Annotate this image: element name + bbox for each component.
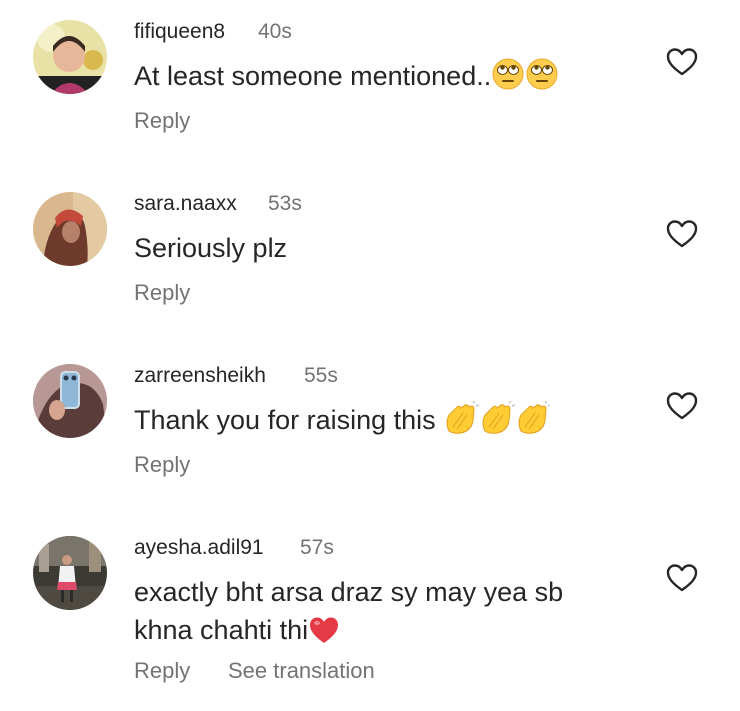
- reply-button[interactable]: Reply: [134, 658, 190, 684]
- comment-text: At least someone mentioned..: [134, 57, 634, 101]
- comment-username[interactable]: fifiqueen8: [134, 20, 225, 44]
- comment-timestamp: 55s: [304, 364, 338, 387]
- comment-item: ayesha.adil91 57s exactly bht arsa draz …: [0, 516, 740, 711]
- comment-body-line-text: khna chahti thi: [134, 615, 309, 645]
- like-heart-icon[interactable]: [666, 219, 698, 249]
- comment-body-line: khna chahti thi: [134, 611, 634, 655]
- reply-button[interactable]: Reply: [134, 108, 190, 134]
- see-translation-button[interactable]: See translation: [228, 658, 375, 684]
- comment-text: Seriously plz: [134, 229, 634, 267]
- red-heart-emoji-icon: [308, 615, 340, 655]
- comment-item: fifiqueen8 40s At least someone mentione…: [0, 0, 740, 170]
- like-heart-icon[interactable]: [666, 391, 698, 421]
- comment-timestamp: 57s: [300, 536, 334, 559]
- comment-item: sara.naaxx 53s Seriously plz Reply: [0, 172, 740, 342]
- like-heart-icon[interactable]: [666, 47, 698, 77]
- avatar[interactable]: [33, 536, 107, 610]
- comment-body: At least someone mentioned..: [134, 61, 492, 91]
- comment-username[interactable]: zarreensheikh: [134, 364, 266, 388]
- comment-text: Thank you for raising this: [134, 400, 634, 445]
- comment-body: Thank you for raising this: [134, 405, 436, 435]
- clapping-hands-emoji-icon: [443, 400, 551, 445]
- avatar[interactable]: [33, 20, 107, 94]
- comment-item: zarreensheikh 55s Thank you for raising …: [0, 344, 740, 514]
- comment-username[interactable]: ayesha.adil91: [134, 536, 264, 560]
- comment-body-line: exactly bht arsa draz sy may yea sb: [134, 577, 564, 607]
- avatar[interactable]: [33, 364, 107, 438]
- reply-button[interactable]: Reply: [134, 280, 190, 306]
- like-heart-icon[interactable]: [666, 563, 698, 593]
- comment-timestamp: 40s: [258, 20, 292, 43]
- avatar[interactable]: [33, 192, 107, 266]
- eye-roll-emoji-icon: [491, 57, 559, 101]
- comment-username[interactable]: sara.naaxx: [134, 192, 237, 216]
- reply-button[interactable]: Reply: [134, 452, 190, 478]
- comment-timestamp: 53s: [268, 192, 302, 215]
- comment-body: Seriously plz: [134, 233, 288, 263]
- comment-text: exactly bht arsa draz sy may yea sb khna…: [134, 573, 634, 655]
